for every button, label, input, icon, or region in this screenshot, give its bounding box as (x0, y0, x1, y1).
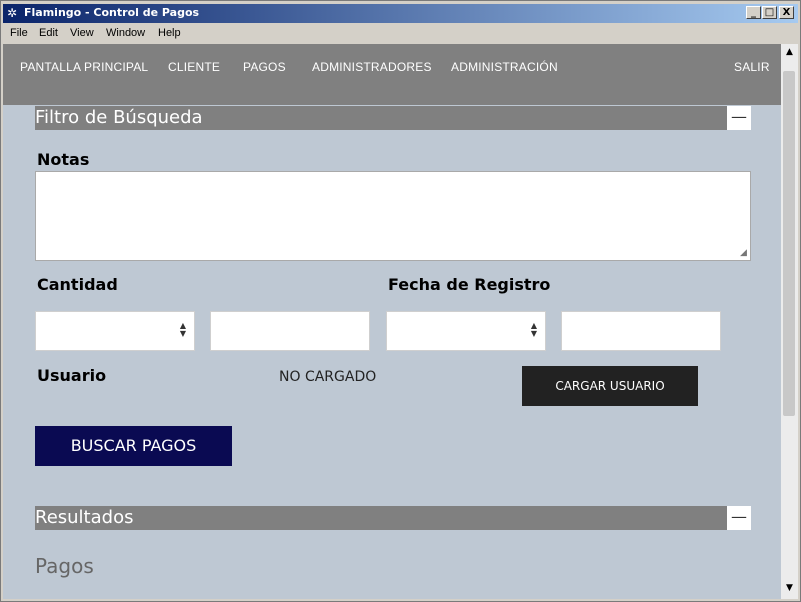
menu-view[interactable]: View (70, 27, 94, 39)
menu-file[interactable]: File (10, 27, 28, 39)
user-label: Usuario (37, 366, 107, 385)
filter-section-header: Filtro de Búsqueda — (35, 106, 751, 130)
results-section-title: Resultados (35, 507, 134, 528)
up-down-arrows-icon: ▲ ▼ (179, 321, 186, 338)
app-logo-icon: ✲ (7, 6, 18, 20)
nav-salir[interactable]: SALIR (734, 60, 770, 74)
content-area: PANTALLA PRINCIPAL CLIENTE PAGOS ADMINIS… (3, 44, 781, 599)
notes-label: Notas (37, 150, 90, 169)
search-payments-button[interactable]: BUSCAR PAGOS (35, 426, 232, 466)
up-down-arrows-icon: ▲ ▼ (530, 321, 537, 338)
close-button[interactable]: X (779, 6, 794, 19)
nav-administradores[interactable]: ADMINISTRADORES (312, 60, 432, 74)
date-label: Fecha de Registro (388, 275, 551, 294)
maximize-button[interactable]: □ (762, 6, 777, 19)
menu-help[interactable]: Help (158, 27, 181, 39)
menu-window[interactable]: Window (106, 27, 145, 39)
date-input[interactable] (561, 311, 721, 351)
nav-administracion[interactable]: ADMINISTRACIÓN (451, 60, 558, 74)
scroll-down-icon[interactable]: ▼ (781, 580, 798, 597)
nav-cliente[interactable]: CLIENTE (168, 60, 220, 74)
payments-subheading: Pagos (35, 554, 94, 578)
scroll-up-icon[interactable]: ▲ (781, 44, 798, 61)
vertical-scrollbar[interactable]: ▲ ▼ (781, 44, 798, 599)
title-bar: ✲ Flamingo - Control de Pagos _ □ X (3, 4, 798, 23)
nav-pantalla-principal[interactable]: PANTALLA PRINCIPAL (20, 60, 148, 74)
menu-edit[interactable]: Edit (39, 27, 58, 39)
window-title: Flamingo - Control de Pagos (24, 6, 200, 19)
quantity-input[interactable] (210, 311, 370, 351)
user-status-text: NO CARGADO (279, 369, 377, 385)
notes-textarea[interactable] (35, 171, 751, 261)
app-window: ✲ Flamingo - Control de Pagos _ □ X File… (0, 0, 801, 602)
nav-pagos[interactable]: PAGOS (243, 60, 286, 74)
results-section-header: Resultados — (35, 506, 751, 530)
quantity-label: Cantidad (37, 275, 118, 294)
load-user-button[interactable]: CARGAR USUARIO (522, 366, 698, 406)
menu-bar: File Edit View Window Help (3, 25, 798, 43)
scroll-thumb[interactable] (783, 71, 795, 416)
results-collapse-button[interactable]: — (727, 506, 751, 530)
top-navigation: PANTALLA PRINCIPAL CLIENTE PAGOS ADMINIS… (3, 44, 781, 105)
minimize-button[interactable]: _ (746, 6, 761, 19)
filter-collapse-button[interactable]: — (727, 106, 751, 130)
filter-section-title: Filtro de Búsqueda (35, 107, 203, 128)
quantity-operator-select[interactable]: ▲ ▼ (35, 311, 195, 351)
resize-grip-icon[interactable]: ◢ (740, 248, 780, 599)
date-operator-select[interactable]: ▲ ▼ (386, 311, 546, 351)
